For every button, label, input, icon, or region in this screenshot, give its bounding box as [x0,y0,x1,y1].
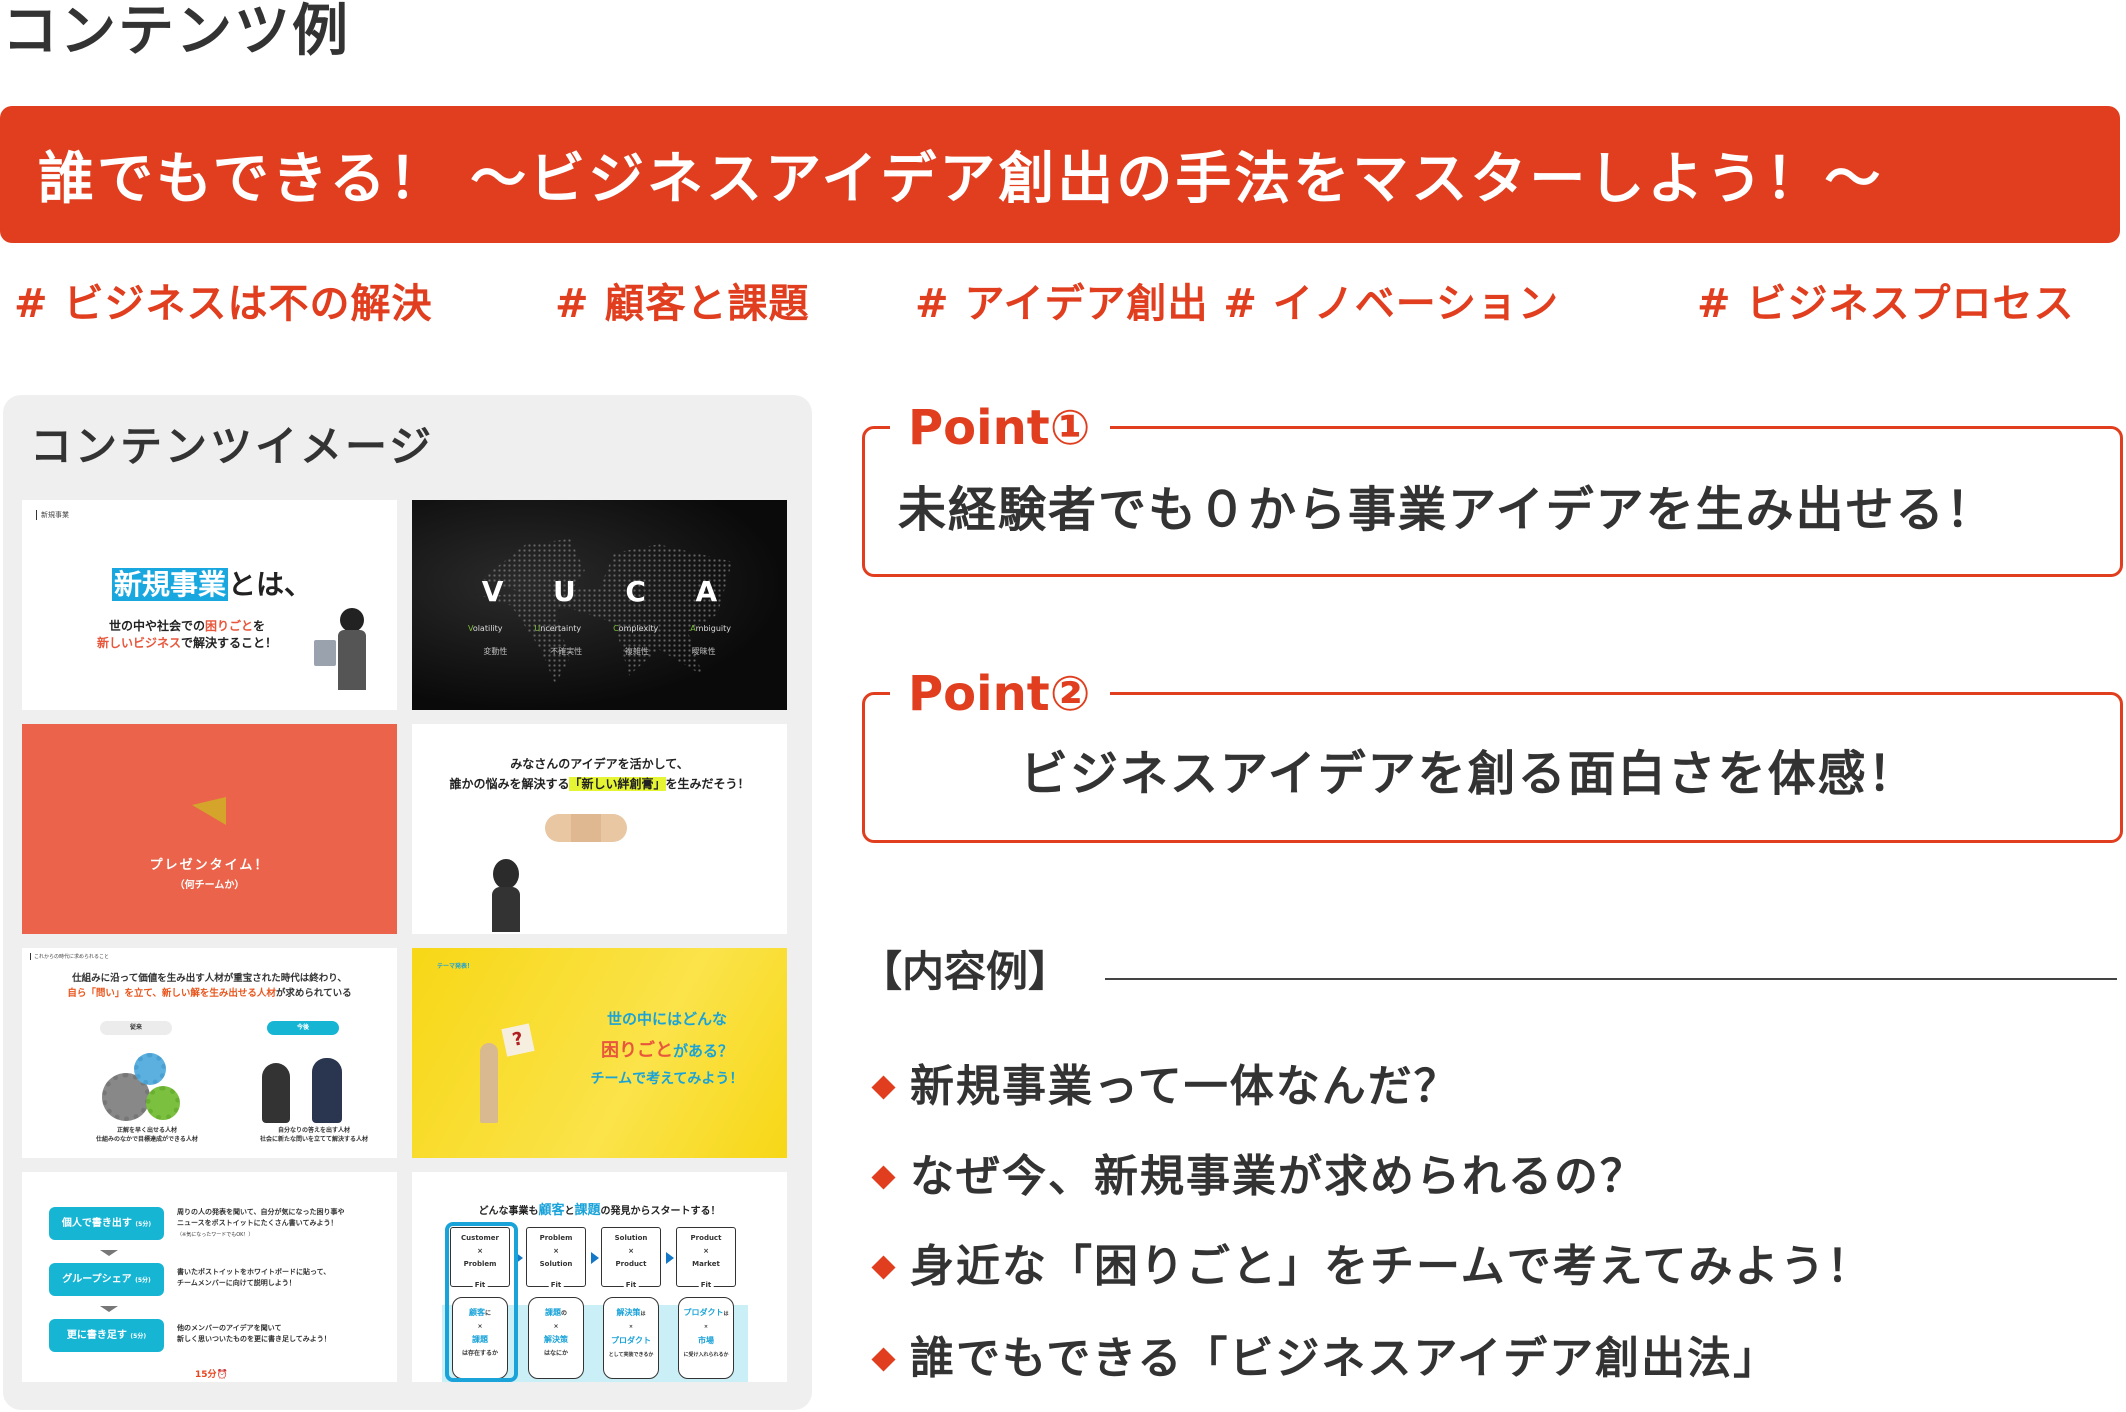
vuca-japanese: 変動性 不確実性 複雑性 曖昧性 [483,647,716,656]
diamond-bullet-icon [871,1346,896,1372]
step-box: 個人で書き出す (5分) [49,1207,164,1240]
slide-heading: チームで考えてみよう！ [590,1071,744,1087]
fit-bubble: 解決策は × プロダクト として実装できるか [603,1297,659,1379]
fit-bubble: プロダクトは × 市場 に受け入れられるか [678,1297,734,1379]
list-item: 誰でもできる「ビジネスアイデア創出法」 [870,1330,1779,1388]
slide-heading: 新規事業とは、 [112,568,313,601]
thinking-woman-illustration [492,859,520,934]
right-arrow-icon [591,1252,599,1264]
slide-thumbnail-vuca: VUCA Volatility Uncertainty Complexity A… [412,500,787,710]
fit-box: Problem × Solution Fit [526,1227,586,1292]
slide-subtext: （何チームか） [174,880,245,891]
point-label-2: Point② [890,664,1111,724]
content-heading: 【内容例】 [860,947,1071,996]
businessman-illustration [340,608,364,632]
caption-after: 自分なりの答えを出す人材 社会に新たな問いを立てて解決する人材 [259,1127,368,1143]
slide-heading: 困りごとがある？ [600,1040,733,1061]
question-sign-icon: ? [501,1023,535,1057]
list-item: 身近な「困りごと」をチームで考えてみよう！ [870,1238,1872,1296]
right-arrow-icon [666,1252,674,1264]
building-icon [314,640,336,666]
point-text-1: 未経験者でも０から事業アイデアを生み出せる！ [898,482,1996,538]
point-text-2: ビジネスアイデアを創る面白さを体感！ [1020,746,1918,802]
slide-heading: みなさんのアイデアを活かして、 誰かの悩みを解決する「新しい絆創膏」を生みだそう… [449,757,750,791]
list-item: 新規事業って一体なんだ？ [870,1058,1460,1116]
divider [1105,978,2117,980]
course-title: 誰でもできる！ ～ビジネスアイデア創出の手法をマスターしよう！～ [38,147,1884,212]
step-description: 書いたポストイットをホワイトボードに貼って、 チームメンバーに向けて説明しよう！ [177,1268,331,1287]
fit-box: Solution × Product Fit [601,1227,661,1292]
gear-icon [134,1053,166,1085]
megaphone-icon [192,791,226,825]
slide-label: これからの時代に求められること [30,953,109,960]
slide-thumbnail-fit-framework: どんな事業も顧客と課題の発見からスタートする！ Customer × Problem… [412,1172,787,1382]
slide-label: 新規事業 [36,510,69,520]
panel-title: コンテンツイメージ [30,422,435,471]
slide-thumbnail-bandage: みなさんのアイデアを活かして、 誰かの悩みを解決する「新しい絆創膏」を生みだそう… [412,724,787,934]
caption-before: 正解を早く出せる人材 仕組みのなかで目標達成ができる人材 [96,1127,198,1143]
slide-heading: 仕組みに沿って価値を生み出す人材が重宝された時代は終わり、 [72,973,347,984]
hashtag: # ビジネスプロセス [1697,281,2075,327]
gear-icon [146,1086,180,1120]
vuca-letters: VUCA [481,575,718,608]
fit-box: Product × Market Fit [676,1227,736,1292]
slide-thumbnail-future-talent: これからの時代に求められること 仕組みに沿って価値を生み出す人材が重宝された時代… [22,948,397,1158]
man-illustration [312,1058,342,1123]
diamond-bullet-icon [871,1074,896,1100]
step-box: グループシェア (5分) [49,1263,164,1296]
slide-thumbnail-presentation: プレゼンタイム！ （何チームか） [22,724,397,934]
slide-heading: 世の中にはどんな [606,1010,727,1028]
diamond-bullet-icon [871,1164,896,1190]
down-arrow-icon [100,1250,118,1256]
hashtag: # ビジネスは不の解決 [14,281,433,327]
down-arrow-icon [100,1306,118,1312]
hashtag: # アイデア創出 # イノベーション [915,281,1560,327]
slide-thumbnail-theme: テーマ発表！ ? 世の中にはどんな 困りごとがある？ チームで考えてみよう！ [412,948,787,1158]
total-time: 15分⏰ [195,1370,228,1380]
bandage-icon [545,814,627,842]
point-label-1: Point① [890,398,1111,458]
course-title-banner: 誰でもできる！ ～ビジネスアイデア創出の手法をマスターしよう！～ [0,106,2120,243]
step-description: 周りの人の発表を聞いて、自分が気になった困り事や ニュースをポストイットにたくさ… [177,1208,345,1238]
list-item: なぜ今、新規事業が求められるの？ [870,1148,1646,1206]
woman-illustration [262,1063,290,1123]
vuca-words: Volatility Uncertainty Complexity Ambigu… [467,624,732,633]
fit-bubble: 課題の × 解決策 はなにか [528,1297,584,1379]
slide-heading: プレゼンタイム！ [149,858,270,873]
step-box: 更に書き足す (5分) [49,1319,164,1352]
slide-subtext: 世の中や社会での困りごとを 新しいビジネスで解決すること！ [96,619,278,650]
pill-after: 今後 [267,1021,339,1035]
page-title: コンテンツ例 [2,0,350,64]
hashtag: # 顧客と課題 [555,281,810,327]
slide-subheading: 自ら「問い」を立て、新しい解を生み出せる人材が求められている [67,988,352,999]
highlight-frame [445,1222,518,1382]
slide-heading: どんな事業も顧客と課題の発見からスタートする！ [478,1203,721,1218]
wooden-figure-illustration [480,1043,498,1123]
slide-label: テーマ発表！ [437,963,474,970]
step-description: 他のメンバーのアイデアを聞いて 新しく思いついたものを更に書き足してみよう！ [177,1324,331,1343]
slide-thumbnail-workflow: 個人で書き出す (5分) 周りの人の発表を聞いて、自分が気になった困り事や ニュ… [22,1172,397,1382]
diamond-bullet-icon [871,1254,896,1280]
pill-before: 従来 [100,1021,172,1035]
slide-thumbnail-new-business: 新規事業 新規事業とは、 世の中や社会での困りごとを 新しいビジネスで解決するこ… [22,500,397,710]
